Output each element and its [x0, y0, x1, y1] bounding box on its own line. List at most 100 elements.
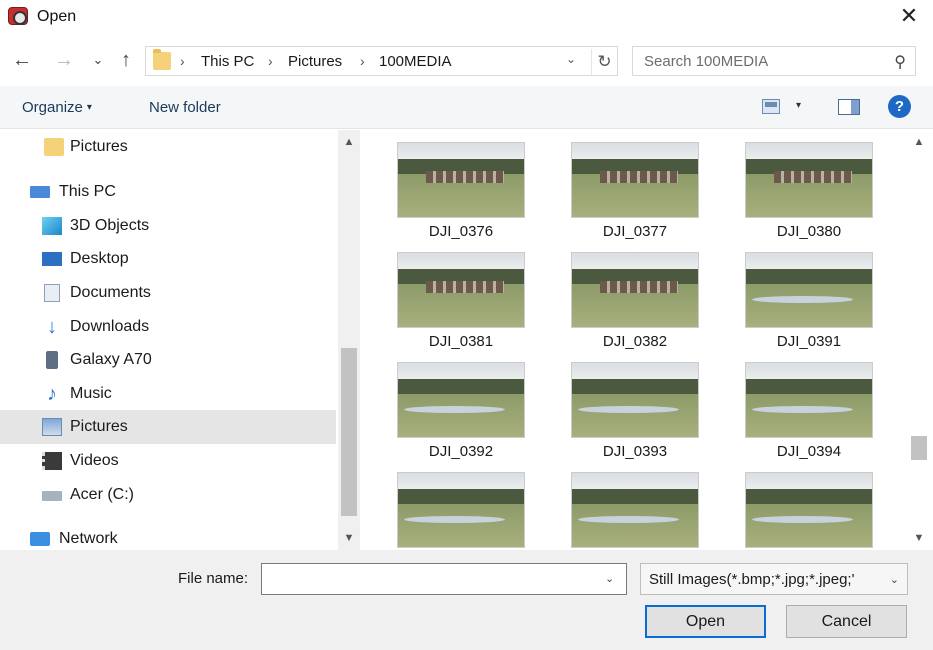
organize-label: Organize [22, 99, 83, 116]
navigation-scrollbar[interactable]: ▲ ▼ [338, 130, 360, 550]
scroll-up-icon[interactable]: ▲ [908, 132, 930, 152]
documents-icon [44, 284, 60, 302]
file-thumbnail [745, 362, 873, 438]
sidebar-item-3d-objects[interactable]: 3D Objects [0, 209, 336, 243]
sidebar-item-this-pc[interactable]: This PC [0, 175, 336, 209]
file-name: DJI_0391 [776, 333, 842, 350]
videos-icon [42, 452, 62, 470]
file-tile[interactable] [383, 460, 533, 550]
breadcrumb-pictures[interactable]: Pictures [288, 53, 342, 70]
sidebar-item-label: Pictures [70, 418, 128, 435]
phone-icon [46, 351, 58, 369]
file-tile[interactable]: DJI_0377 [557, 130, 707, 240]
view-options-caret-icon[interactable]: ▾ [796, 100, 801, 111]
downloads-icon: ↓ [47, 316, 57, 338]
folder-icon [44, 138, 64, 156]
scroll-thumb[interactable] [911, 436, 927, 460]
file-thumbnail [397, 252, 525, 328]
sidebar-item-label: Music [70, 385, 112, 402]
computer-icon [30, 186, 50, 198]
file-thumbnail [397, 142, 525, 218]
sidebar-item-acer-c[interactable]: Acer (C:) [0, 478, 336, 512]
file-tile[interactable]: DJI_0382 [557, 240, 707, 350]
sidebar-item-label: This PC [59, 183, 116, 200]
file-tile[interactable] [731, 460, 881, 550]
chevron-down-icon[interactable]: ⌄ [566, 52, 576, 66]
file-name-label: File name: [178, 570, 249, 587]
sidebar-item-galaxy-a70[interactable]: Galaxy A70 [0, 343, 336, 377]
scroll-thumb[interactable] [341, 348, 357, 516]
network-icon [30, 532, 50, 546]
sidebar-item-documents[interactable]: Documents [0, 276, 336, 310]
up-arrow-icon[interactable]: ↑ [114, 48, 138, 72]
window-title: Open [37, 8, 77, 25]
file-tile[interactable]: DJI_0393 [557, 350, 707, 460]
folder-icon [153, 49, 171, 70]
file-thumbnail [571, 472, 699, 548]
close-icon[interactable]: ✕ [897, 2, 921, 30]
file-tile[interactable] [557, 460, 707, 550]
help-icon[interactable]: ? [888, 95, 911, 118]
app-icon [8, 7, 28, 25]
file-type-select[interactable]: Still Images(*.bmp;*.jpg;*.jpeg;' ⌄ [640, 563, 908, 595]
sidebar-item-pictures-quick[interactable]: Pictures [0, 130, 336, 164]
file-tile[interactable]: DJI_0376 [383, 130, 533, 240]
title-bar: Open ✕ [0, 0, 933, 34]
chevron-down-icon[interactable]: ⌄ [605, 572, 614, 585]
breadcrumb-this-pc[interactable]: This PC [201, 53, 254, 70]
sidebar-item-label: Documents [70, 284, 151, 301]
file-tile[interactable]: DJI_0381 [383, 240, 533, 350]
scroll-down-icon[interactable]: ▼ [908, 528, 930, 548]
music-icon: ♪ [47, 383, 57, 405]
organize-button[interactable]: Organize ▾ [22, 99, 92, 116]
sidebar-item-pictures[interactable]: Pictures [0, 410, 336, 444]
sidebar-item-music[interactable]: ♪ Music [0, 377, 336, 411]
file-thumbnail [745, 252, 873, 328]
file-name: DJI_0393 [602, 443, 668, 460]
open-button[interactable]: Open [645, 605, 766, 638]
search-icon[interactable]: ⚲ [894, 52, 906, 72]
change-view-icon[interactable] [762, 99, 780, 114]
file-tile[interactable]: DJI_0394 [731, 350, 881, 460]
file-grid: DJI_0376 DJI_0377 DJI_0380 DJI_0381 DJI_0382… [365, 130, 908, 550]
new-folder-button[interactable]: New folder [149, 99, 221, 116]
command-toolbar: Organize ▾ New folder ▾ ? [0, 86, 933, 129]
refresh-icon[interactable]: ↻ [591, 49, 617, 75]
sidebar-item-label: Network [59, 530, 118, 547]
search-placeholder: Search 100MEDIA [644, 53, 769, 70]
address-bar[interactable]: › This PC › Pictures › 100MEDIA ⌄ ↻ [145, 46, 618, 76]
breadcrumb-100media[interactable]: 100MEDIA [379, 53, 452, 70]
sidebar-item-desktop[interactable]: Desktop [0, 242, 336, 276]
forward-arrow-icon[interactable]: → [52, 48, 76, 72]
file-name: DJI_0394 [776, 443, 842, 460]
dialog-footer: File name: ⌄ Still Images(*.bmp;*.jpg;*.… [0, 550, 933, 650]
breadcrumb-separator-icon: › [360, 53, 365, 69]
sidebar-item-videos[interactable]: Videos [0, 444, 336, 478]
scroll-up-icon[interactable]: ▲ [338, 132, 360, 152]
back-arrow-icon[interactable]: ← [10, 48, 34, 72]
sidebar-item-label: Galaxy A70 [70, 351, 152, 368]
file-tile[interactable]: DJI_0380 [731, 130, 881, 240]
preview-pane-icon[interactable] [838, 99, 860, 115]
sidebar-item-label: Videos [70, 452, 119, 469]
file-thumbnail [571, 142, 699, 218]
file-thumbnail [397, 472, 525, 548]
recent-locations-chevron-icon[interactable]: ⌄ [86, 48, 110, 72]
sidebar-item-downloads[interactable]: ↓ Downloads [0, 310, 336, 344]
sidebar-item-network[interactable]: Network [0, 522, 336, 550]
desktop-icon [42, 252, 62, 266]
sidebar-item-label: 3D Objects [70, 217, 150, 234]
search-box[interactable]: Search 100MEDIA ⚲ [632, 46, 916, 76]
caret-down-icon: ▾ [86, 102, 92, 113]
file-thumbnail [745, 472, 873, 548]
file-tile[interactable]: DJI_0391 [731, 240, 881, 350]
scroll-down-icon[interactable]: ▼ [338, 528, 360, 548]
file-thumbnail [745, 142, 873, 218]
chevron-down-icon: ⌄ [889, 574, 899, 586]
pictures-icon [42, 418, 62, 436]
file-tile[interactable]: DJI_0392 [383, 350, 533, 460]
file-name-input[interactable] [261, 563, 627, 595]
cancel-button[interactable]: Cancel [786, 605, 907, 638]
content-scrollbar[interactable]: ▲ ▼ [908, 130, 930, 550]
file-thumbnail [571, 362, 699, 438]
